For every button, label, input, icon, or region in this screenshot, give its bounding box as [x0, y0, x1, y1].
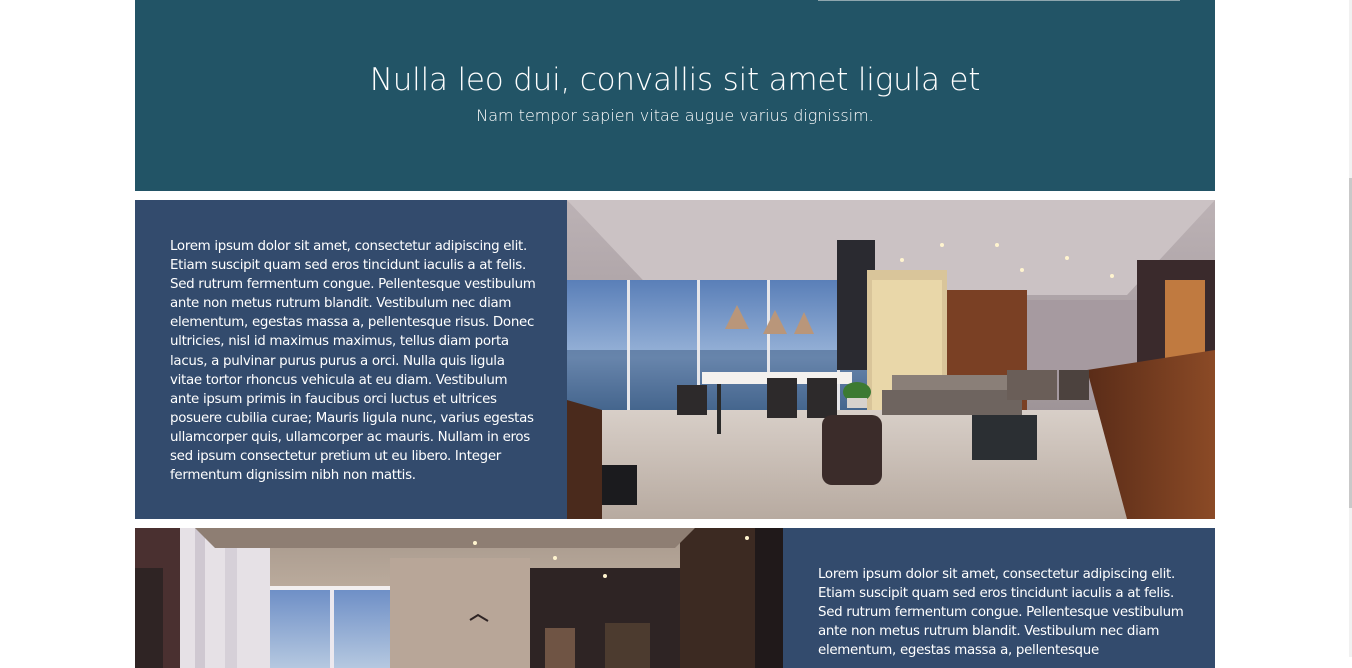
- feature-text: Lorem ipsum dolor sit amet, consectetur …: [818, 567, 1184, 659]
- hero-title: Nulla leo dui, convallis sit amet ligula…: [369, 62, 981, 98]
- feature-text-panel: Lorem ipsum dolor sit amet, consectetur …: [783, 528, 1215, 668]
- feature-text-panel: Lorem ipsum dolor sit amet, consectetur …: [135, 200, 567, 519]
- hero-banner: Nulla leo dui, convallis sit amet ligula…: [135, 0, 1215, 191]
- page-container: Nulla leo dui, convallis sit amet ligula…: [135, 0, 1215, 668]
- hero-divider-line: [818, 0, 1180, 1]
- feature-row-2: Lorem ipsum dolor sit amet, consectetur …: [135, 528, 1215, 668]
- feature-text: Lorem ipsum dolor sit amet, consectetur …: [170, 239, 536, 484]
- hero-subtitle: Nam tempor sapien vitae augue varius dig…: [476, 106, 874, 125]
- living-room-image: [567, 200, 1215, 519]
- feature-row-1: Lorem ipsum dolor sit amet, consectetur …: [135, 200, 1215, 519]
- lounge-interior-image: [135, 528, 783, 668]
